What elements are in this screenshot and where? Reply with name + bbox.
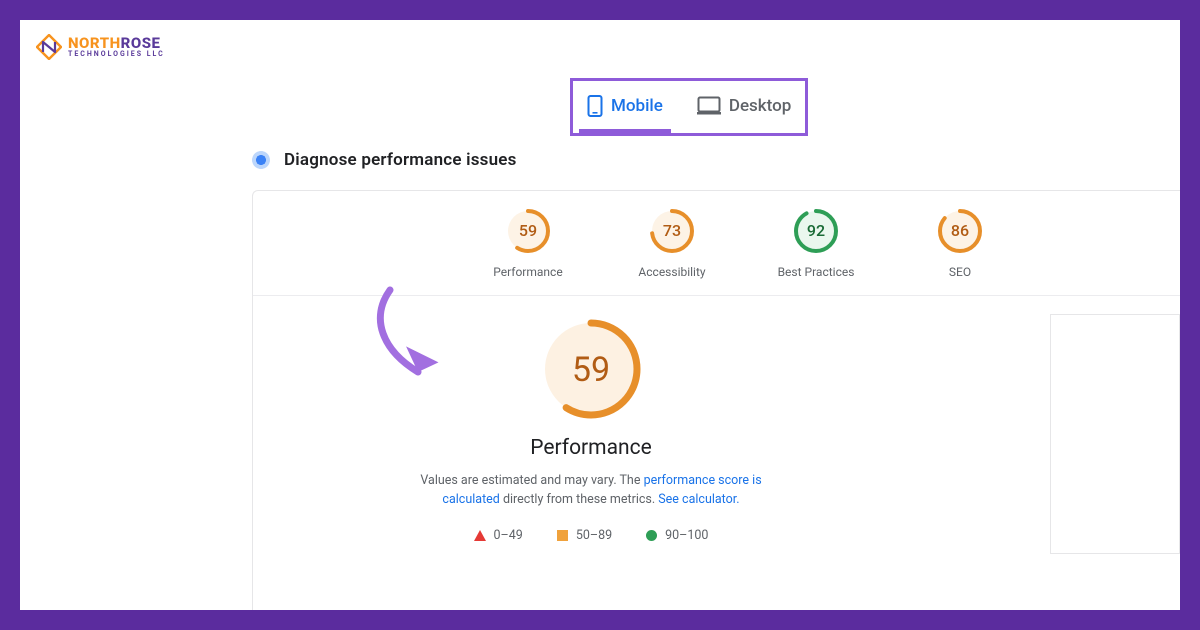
tab-desktop[interactable]: Desktop bbox=[693, 86, 795, 126]
radio-selected-icon[interactable] bbox=[252, 151, 270, 169]
legend-fail-label: 0–49 bbox=[494, 528, 523, 543]
main-gauge-title: Performance bbox=[530, 436, 651, 460]
desc-prefix: Values are estimated and may vary. The bbox=[420, 473, 643, 488]
gauge-accessibility-ring: 73 bbox=[648, 207, 696, 255]
svg-text:59: 59 bbox=[519, 221, 537, 240]
results-card: 59 Performance 73 Accessibility 92 Best bbox=[252, 190, 1180, 610]
logo-subtitle: TECHNOLOGIES LLC bbox=[68, 51, 165, 58]
tab-mobile-label: Mobile bbox=[611, 96, 663, 116]
link-see-calculator[interactable]: See calculator. bbox=[658, 492, 739, 507]
triangle-icon bbox=[474, 530, 486, 541]
desc-mid: directly from these metrics. bbox=[500, 492, 658, 507]
brand-logo: NORTHROSE TECHNOLOGIES LLC bbox=[36, 34, 165, 60]
gauge-best-practices-ring: 92 bbox=[792, 207, 840, 255]
gauge-seo[interactable]: 86 SEO bbox=[915, 207, 1005, 279]
desktop-icon bbox=[697, 96, 721, 116]
gauge-seo-label: SEO bbox=[949, 265, 971, 279]
legend-pass-label: 90–100 bbox=[665, 528, 708, 543]
tab-mobile[interactable]: Mobile bbox=[583, 85, 667, 127]
gauge-performance-ring: 59 bbox=[504, 207, 552, 255]
gauge-accessibility[interactable]: 73 Accessibility bbox=[627, 207, 717, 279]
tab-desktop-label: Desktop bbox=[729, 96, 791, 116]
gauge-row: 59 Performance 73 Accessibility 92 Best bbox=[253, 207, 1180, 295]
svg-text:59: 59 bbox=[572, 350, 610, 390]
circle-icon bbox=[646, 530, 657, 541]
gauge-best-practices[interactable]: 92 Best Practices bbox=[771, 207, 861, 279]
gauge-best-practices-label: Best Practices bbox=[778, 265, 855, 279]
gauge-performance[interactable]: 59 Performance bbox=[483, 207, 573, 279]
score-legend: 0–49 50–89 90–100 bbox=[474, 528, 709, 543]
mobile-icon bbox=[587, 95, 603, 117]
gauge-accessibility-label: Accessibility bbox=[638, 265, 705, 279]
page-canvas: NORTHROSE TECHNOLOGIES LLC Mobile Des bbox=[20, 20, 1180, 610]
legend-average: 50–89 bbox=[557, 528, 612, 543]
main-description: Values are estimated and may vary. The p… bbox=[391, 472, 791, 510]
legend-pass: 90–100 bbox=[646, 528, 708, 543]
gauge-performance-label: Performance bbox=[493, 265, 562, 279]
legend-average-label: 50–89 bbox=[576, 528, 612, 543]
svg-text:86: 86 bbox=[951, 221, 969, 240]
gauge-seo-ring: 86 bbox=[936, 207, 984, 255]
main-gauge-ring: 59 bbox=[536, 314, 646, 424]
main-area: 59 Performance Values are estimated and … bbox=[253, 296, 1180, 554]
section-header: Diagnose performance issues bbox=[252, 150, 517, 170]
legend-fail: 0–49 bbox=[474, 528, 523, 543]
square-icon bbox=[557, 530, 568, 541]
device-tabs: Mobile Desktop bbox=[570, 78, 808, 136]
main-gauge-block: 59 Performance Values are estimated and … bbox=[281, 314, 901, 554]
svg-text:73: 73 bbox=[663, 221, 681, 240]
svg-text:92: 92 bbox=[807, 221, 825, 240]
section-title: Diagnose performance issues bbox=[284, 150, 517, 170]
screenshot-placeholder bbox=[1050, 314, 1180, 554]
brand-logo-mark bbox=[36, 34, 62, 60]
